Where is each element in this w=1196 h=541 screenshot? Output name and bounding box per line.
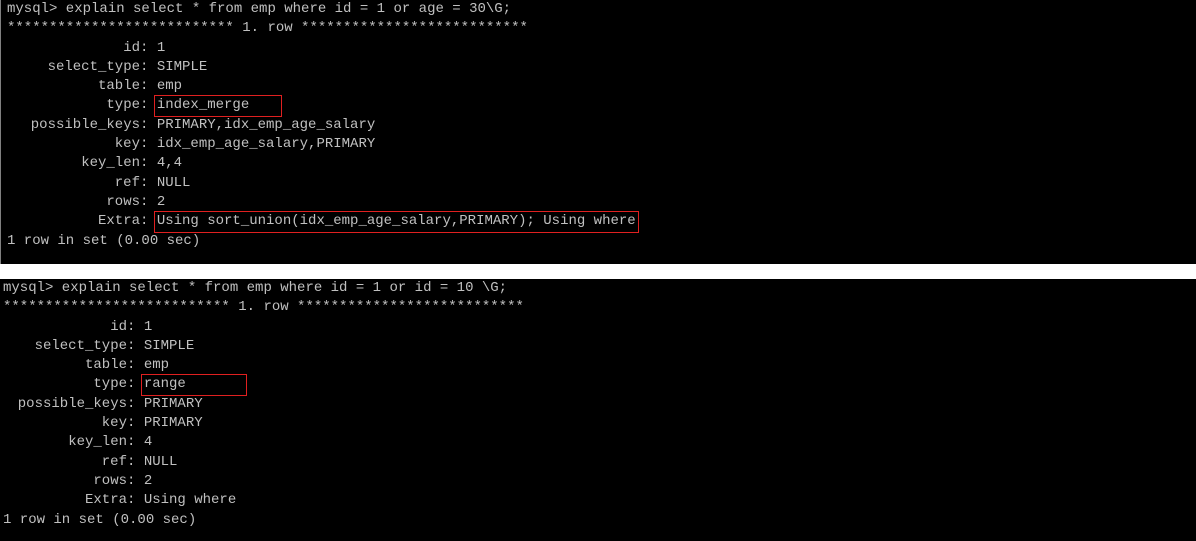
field-value: 1 <box>156 39 166 56</box>
field-value: 2 <box>143 472 153 489</box>
field-label: table <box>84 357 127 374</box>
field-table: table: emp <box>7 77 1196 96</box>
field-key-len: key_len: 4 <box>3 433 1196 452</box>
field-value: SIMPLE <box>156 58 208 75</box>
field-value: NULL <box>156 174 191 191</box>
field-key: key: idx_emp_age_salary,PRIMARY <box>7 135 1196 154</box>
field-label: rows <box>106 193 140 210</box>
field-label: rows <box>93 472 127 489</box>
field-label: type <box>93 376 127 393</box>
field-value: 4 <box>143 434 153 451</box>
row-header: *************************** 1. row *****… <box>3 299 524 316</box>
field-value: 1 <box>143 318 153 335</box>
field-type: type: index_merge <box>7 95 1196 117</box>
highlighted-extra-value: Using sort_union(idx_emp_age_salary,PRIM… <box>153 211 639 233</box>
field-label: ref <box>101 453 127 470</box>
field-label: key_len <box>68 434 127 451</box>
terminal-output-1[interactable]: mysql> explain select * from emp where i… <box>0 0 1196 264</box>
highlighted-type-value: index_merge <box>153 95 283 117</box>
field-value: 2 <box>156 193 166 210</box>
field-select-type: select_type: SIMPLE <box>3 337 1196 356</box>
field-label: table <box>97 78 140 95</box>
field-rows: rows: 2 <box>3 472 1196 491</box>
field-value: SIMPLE <box>143 337 195 354</box>
field-label: Extra <box>97 213 140 230</box>
row-header: *************************** 1. row *****… <box>7 20 528 37</box>
field-value: PRIMARY,idx_emp_age_salary <box>156 116 376 133</box>
field-value: emp <box>143 357 170 374</box>
field-key-len: key_len: 4,4 <box>7 154 1196 173</box>
field-ref: ref: NULL <box>3 453 1196 472</box>
field-label: select_type <box>47 58 140 75</box>
field-type: type: range <box>3 374 1196 396</box>
field-label: id <box>123 39 140 56</box>
command-line: mysql> explain select * from emp where i… <box>7 1 512 17</box>
field-label: select_type <box>34 337 127 354</box>
field-extra: Extra: Using where <box>3 491 1196 510</box>
result-footer: 1 row in set (0.00 sec) <box>7 232 201 249</box>
field-rows: rows: 2 <box>7 193 1196 212</box>
field-label: type <box>106 97 140 114</box>
field-label: key <box>114 136 140 153</box>
field-label: key <box>101 415 127 432</box>
field-table: table: emp <box>3 356 1196 375</box>
field-select-type: select_type: SIMPLE <box>7 58 1196 77</box>
field-value: idx_emp_age_salary,PRIMARY <box>156 136 376 153</box>
field-label: possible_keys <box>17 395 127 412</box>
field-value: PRIMARY <box>143 415 203 432</box>
field-label: id <box>110 318 127 335</box>
field-label: ref <box>114 174 140 191</box>
field-possible-keys: possible_keys: PRIMARY,idx_emp_age_salar… <box>7 116 1196 135</box>
field-id: id: 1 <box>3 318 1196 337</box>
field-key: key: PRIMARY <box>3 414 1196 433</box>
highlighted-type-value: range <box>140 374 247 396</box>
field-label: key_len <box>81 155 140 172</box>
field-label: possible_keys <box>30 116 140 133</box>
field-value: Using where <box>143 492 237 509</box>
terminal-output-2[interactable]: mysql> explain select * from emp where i… <box>0 279 1196 541</box>
result-footer: 1 row in set (0.00 sec) <box>3 511 197 528</box>
field-possible-keys: possible_keys: PRIMARY <box>3 395 1196 414</box>
field-value: PRIMARY <box>143 395 203 412</box>
field-label: Extra <box>84 492 127 509</box>
field-id: id: 1 <box>7 39 1196 58</box>
field-value: emp <box>156 78 183 95</box>
command-line: mysql> explain select * from emp where i… <box>3 280 508 296</box>
field-value: NULL <box>143 453 178 470</box>
field-extra: Extra: Using sort_union(idx_emp_age_sala… <box>7 211 1196 233</box>
field-ref: ref: NULL <box>7 174 1196 193</box>
field-value: 4,4 <box>156 155 183 172</box>
